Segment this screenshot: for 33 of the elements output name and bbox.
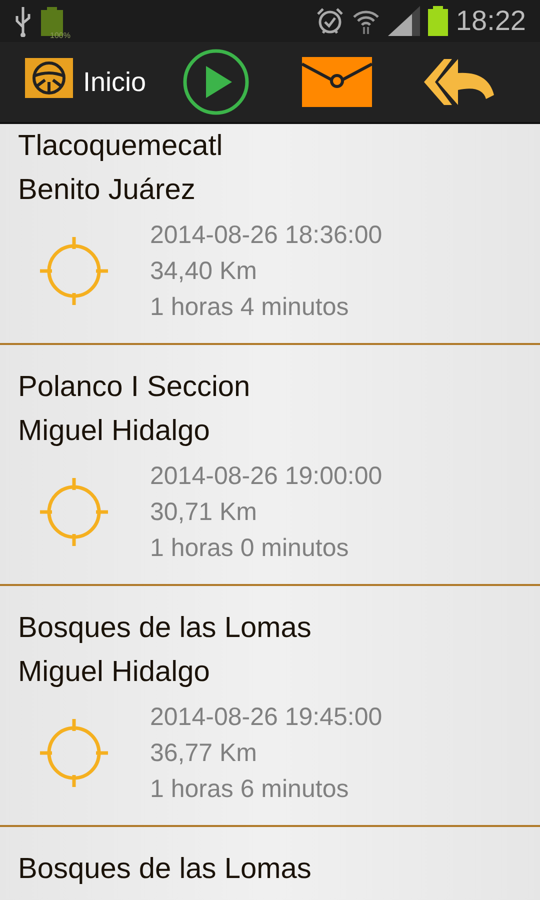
trip-distance: 30,71 Km <box>150 497 258 528</box>
trip-item[interactable]: Polanco I Seccion Miguel Hidalgo 2014-08-26 19:00:00 30,71 Km 1 horas 0 minutos <box>0 345 540 586</box>
place-name: Bosques de las Lomas <box>18 611 312 646</box>
borough-name: Miguel Hidalgo <box>18 655 211 690</box>
play-icon[interactable] <box>182 48 250 116</box>
crosshair-icon <box>40 237 108 305</box>
place-name: Tlacoquemecatl <box>18 129 224 164</box>
trip-datetime: 2014-08-26 19:00:00 <box>150 461 382 492</box>
battery-icon <box>428 6 448 36</box>
trip-distance: 34,40 Km <box>150 256 258 287</box>
usb-icon <box>14 5 32 37</box>
trip-duration: 1 horas 4 minutos <box>150 292 350 323</box>
trip-item[interactable]: Bosques de las Lomas Miguel Hidalgo 2014-08-26 19:45:00 36,77 Km 1 horas 6 minutos <box>0 586 540 827</box>
trip-datetime: 2014-08-26 18:36:00 <box>150 220 382 251</box>
trip-item[interactable]: Tlacoquemecatl Benito Juárez 2014-08-26 18:36:00 34,40 Km 1 horas 4 minutos <box>0 124 540 345</box>
signal-icon <box>388 6 420 36</box>
alarm-icon <box>316 7 344 35</box>
clock: 18:22 <box>456 5 526 37</box>
crosshair-icon <box>40 719 108 787</box>
trip-duration: 1 horas 0 minutos <box>150 533 350 564</box>
place-name: Polanco I Seccion <box>18 370 252 405</box>
trip-distance: 36,77 Km <box>150 738 258 769</box>
steering-wheel-icon[interactable] <box>25 58 73 106</box>
place-name: Bosques de las Lomas <box>18 852 312 887</box>
trip-duration: 1 horas 6 minutos <box>150 774 350 805</box>
envelope-icon[interactable] <box>302 57 372 107</box>
reply-all-icon[interactable] <box>424 59 494 105</box>
borough-name: Miguel Hidalgo <box>18 414 211 449</box>
trip-item[interactable]: Bosques de las Lomas <box>0 827 540 900</box>
crosshair-icon <box>40 478 108 546</box>
screen-title: Inicio <box>83 66 146 98</box>
borough-name: Benito Juárez <box>18 173 196 208</box>
trip-datetime: 2014-08-26 19:45:00 <box>150 702 382 733</box>
